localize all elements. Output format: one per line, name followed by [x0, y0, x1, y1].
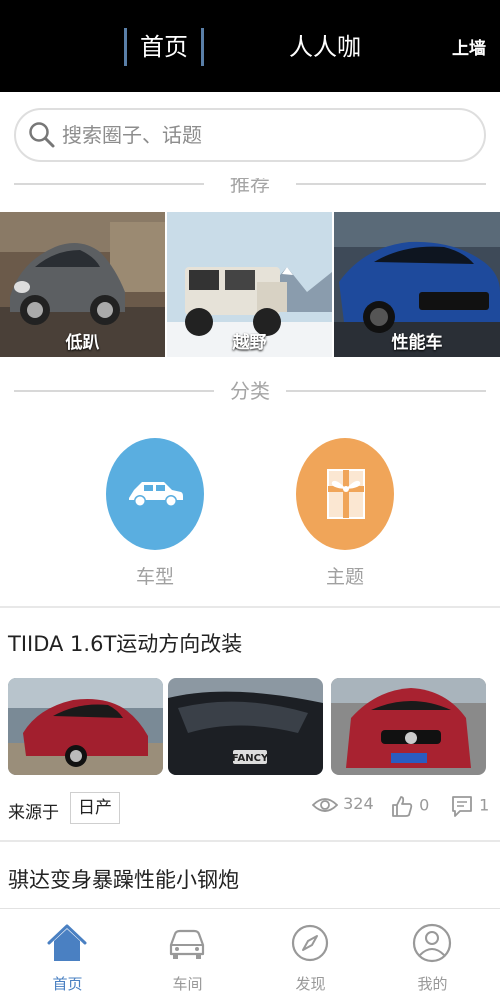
post-to-wall-button[interactable]: 上墙: [452, 34, 486, 59]
user-icon: [412, 923, 452, 963]
search-input[interactable]: [62, 118, 462, 152]
view-count: 324: [311, 794, 374, 814]
car-icon: [129, 482, 183, 507]
recommend-tile-offroad[interactable]: 越野: [167, 212, 332, 357]
recommend-tile-performance[interactable]: 性能车: [334, 212, 500, 357]
like-count[interactable]: 0: [390, 794, 429, 818]
gift-icon: [327, 469, 365, 519]
tab-discover-nav[interactable]: 发现: [248, 909, 373, 1000]
source-label: 来源于: [8, 803, 59, 823]
recommend-tiles: 低趴 越野 性能车: [0, 212, 500, 357]
car-front-icon: [169, 929, 205, 959]
recommend-tile-label: 性能车: [391, 333, 443, 353]
tab-label: 发现: [295, 975, 326, 993]
svg-text:FANCY: FANCY: [232, 753, 269, 764]
top-bar: 首页 人人咖 上墙: [0, 0, 500, 92]
category-divider: 分类: [14, 379, 486, 403]
category-section-label: 分类: [218, 379, 282, 403]
tab-home-nav[interactable]: 首页: [5, 909, 130, 1000]
eye-icon: [311, 797, 339, 812]
recommend-tile-lowrider[interactable]: 低趴: [0, 212, 165, 357]
view-count-value: 324: [343, 794, 374, 813]
comment-count[interactable]: 1: [450, 794, 489, 818]
tab-label: 首页: [52, 975, 83, 993]
compass-icon: [291, 924, 329, 962]
category-car-type[interactable]: 车型: [105, 438, 205, 589]
post-photo-1[interactable]: [8, 678, 163, 775]
post-separator: [0, 840, 500, 842]
post-photo-3[interactable]: [331, 678, 486, 775]
thumbs-up-icon: [392, 796, 413, 817]
recommend-tile-label: 越野: [232, 333, 267, 353]
post-meta: 来源于 日产 324 0 1: [8, 792, 492, 826]
search-icon: [29, 122, 55, 148]
search-bar[interactable]: [14, 108, 486, 162]
category-label: 主题: [325, 566, 364, 588]
tab-label: 车间: [172, 975, 203, 993]
post-photo-2[interactable]: FANCY: [168, 678, 323, 775]
tab-profile-nav[interactable]: 我的: [370, 909, 495, 1000]
comment-icon: [452, 796, 472, 817]
section-separator: [0, 606, 500, 608]
comment-count-value: 1: [479, 795, 490, 815]
tab-label: 我的: [417, 975, 448, 993]
tab-home[interactable]: 首页: [124, 28, 204, 66]
bottom-tab-bar: 首页 车间 发现 我的: [0, 908, 500, 1000]
brand-tag[interactable]: 日产: [70, 792, 120, 824]
post-title[interactable]: TIIDA 1.6T运动方向改装: [8, 628, 242, 658]
category-circle: [296, 438, 394, 550]
category-circle: [106, 438, 204, 550]
tab-garage-nav[interactable]: 车间: [125, 909, 250, 1000]
tab-renka[interactable]: 人人咖: [270, 28, 380, 66]
like-count-value: 0: [419, 795, 430, 815]
post-title[interactable]: 骐达变身暴躁性能小钢炮: [8, 864, 239, 894]
category-theme[interactable]: 主题: [295, 438, 395, 589]
recommend-tile-label: 低趴: [65, 333, 100, 353]
category-label: 车型: [135, 566, 174, 588]
home-icon: [47, 924, 87, 961]
